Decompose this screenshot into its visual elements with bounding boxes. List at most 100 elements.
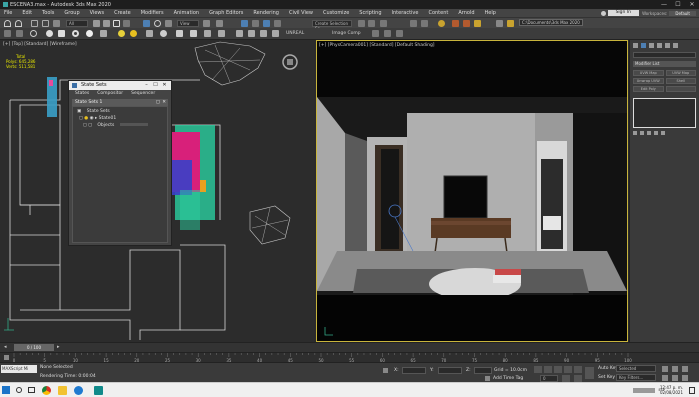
objects-lock-icon[interactable]: ◻ — [88, 123, 92, 128]
state-sets-maximize-button[interactable]: ☐ — [151, 81, 160, 90]
camera-viewport[interactable]: [+] [PhysCamera001] [Standard] [Default … — [316, 40, 628, 342]
key-filters-button[interactable]: Key Filters... — [616, 374, 656, 381]
3dsmax-icon[interactable] — [94, 386, 103, 395]
previous-frame-button[interactable] — [544, 366, 552, 373]
polygon-icon[interactable] — [260, 30, 267, 37]
notifications-icon[interactable] — [689, 387, 695, 394]
zoom-extents-icon[interactable] — [682, 375, 688, 381]
menu-animation[interactable]: Animation — [174, 10, 200, 16]
rect-icon[interactable] — [16, 30, 23, 37]
z-coordinate-field[interactable] — [474, 367, 492, 374]
render-setup-icon[interactable] — [452, 20, 459, 27]
vertex-icon[interactable] — [236, 30, 243, 37]
maximize-button[interactable]: ☐ — [671, 0, 685, 9]
file-explorer-icon[interactable] — [58, 386, 67, 395]
create-tab-icon[interactable] — [633, 42, 638, 48]
display-tab-icon[interactable] — [665, 42, 670, 48]
motion-tab-icon[interactable] — [657, 42, 662, 48]
state-sets-titlebar[interactable]: State Sets – ☐ ✕ — [69, 81, 171, 90]
menu-scripting[interactable]: Scripting — [359, 10, 381, 16]
project-folder-icon[interactable] — [507, 20, 514, 27]
zoom-icon[interactable] — [682, 366, 688, 372]
chrome-icon[interactable] — [42, 386, 51, 395]
pivot-icon[interactable] — [203, 20, 210, 27]
cloud-icon[interactable] — [86, 30, 93, 37]
minimize-button[interactable]: — — [657, 0, 671, 9]
edge-icon[interactable] — [74, 386, 83, 395]
current-frame-field[interactable]: 0 — [540, 375, 558, 382]
select-manipulate-icon[interactable] — [216, 20, 223, 27]
align-icon[interactable] — [368, 20, 375, 27]
camera-icon[interactable] — [146, 30, 153, 37]
next-frame-button[interactable] — [564, 366, 572, 373]
tray-icons[interactable] — [633, 388, 655, 393]
lock-selection-icon[interactable] — [383, 368, 388, 373]
menu-tools[interactable]: Tools — [42, 10, 54, 16]
cylinder-icon[interactable] — [58, 30, 65, 37]
windows-start-icon[interactable] — [2, 386, 10, 394]
state-sets-menu-compositor[interactable]: Compositor — [97, 91, 123, 96]
maxscript-listener[interactable]: MAXScript Mi — [1, 365, 37, 373]
modifier-button[interactable]: UVW Map — [633, 70, 664, 76]
state-sets-window[interactable]: State Sets – ☐ ✕ States Compositor Seque… — [68, 80, 172, 246]
object-name-field[interactable] — [633, 52, 696, 58]
show-end-result-icon[interactable] — [640, 131, 644, 135]
state-sets-minimize-button[interactable]: – — [142, 81, 151, 90]
modifier-stack[interactable] — [633, 98, 696, 128]
modifier-button[interactable]: Shell — [665, 78, 696, 84]
modifier-button[interactable]: UVW Map — [665, 70, 696, 76]
circle-icon[interactable] — [30, 30, 37, 37]
mirror-icon[interactable] — [358, 20, 365, 27]
modifier-button[interactable]: Unwrap UVW — [633, 78, 664, 84]
move-icon[interactable] — [143, 20, 150, 27]
state-sets-close-button[interactable]: ✕ — [160, 81, 169, 90]
render-in-cloud-icon[interactable] — [496, 20, 503, 27]
rect-selection-icon[interactable] — [113, 20, 120, 27]
curve-editor-icon[interactable] — [410, 20, 417, 27]
compositor-icon[interactable] — [372, 30, 379, 37]
time-tag-icon[interactable] — [485, 376, 490, 381]
link-icon[interactable] — [31, 20, 38, 27]
x-coordinate-field[interactable] — [402, 367, 426, 374]
reference-coordinate-dropdown[interactable]: View — [177, 20, 199, 27]
rotate-icon[interactable] — [154, 20, 161, 27]
add-time-tag-button[interactable]: Add Time Tag — [493, 376, 523, 381]
menu-interactive[interactable]: Interactive — [392, 10, 419, 16]
spacewarp-icon[interactable] — [176, 30, 183, 37]
pan-icon[interactable] — [672, 366, 678, 372]
menu-rendering[interactable]: Rendering — [253, 10, 279, 16]
project-path-field[interactable]: C:\Documents\3ds Max 2020 — [519, 19, 583, 26]
tree-row-state01[interactable]: ◻ ● ◉ ▸ State01 — [79, 116, 116, 121]
bind-space-warp-icon[interactable] — [53, 20, 60, 27]
state-sets-menu-states[interactable]: States — [75, 91, 89, 96]
menu-help[interactable]: Help — [485, 10, 496, 16]
play-button[interactable] — [554, 366, 562, 373]
modifier-button[interactable]: Edit Poly — [633, 86, 664, 92]
selected-dropdown[interactable]: Selected — [616, 365, 656, 372]
redo-icon[interactable] — [15, 20, 22, 27]
torus-icon[interactable] — [72, 30, 79, 37]
select-by-name-icon[interactable] — [103, 20, 110, 27]
menu-edit[interactable]: Edit — [22, 10, 32, 16]
active-state-icon[interactable]: ◉ — [90, 116, 94, 121]
sign-in[interactable]: Sign In — [600, 9, 639, 17]
pin-stack-icon[interactable] — [633, 131, 637, 135]
utilities-tab-icon[interactable] — [673, 42, 678, 48]
helper-icon[interactable] — [160, 30, 167, 37]
menu-customize[interactable]: Customize — [323, 10, 349, 16]
expand-icon[interactable]: ▣ — [77, 109, 81, 114]
state-sets-menu-sequencer[interactable]: Sequencer — [131, 91, 155, 96]
modify-tab-icon[interactable] — [641, 42, 646, 48]
sign-in-button[interactable]: Sign In — [607, 10, 639, 16]
clock[interactable]: 12:47 p. m. 02/08/2021 — [660, 385, 683, 395]
rs-icon[interactable] — [396, 30, 403, 37]
light-icon[interactable] — [118, 30, 125, 37]
snap-toggle-icon[interactable] — [241, 20, 248, 27]
percent-snap-icon[interactable] — [263, 20, 270, 27]
sphere-icon[interactable] — [46, 30, 53, 37]
key-mode-button[interactable] — [562, 375, 570, 382]
task-view-icon[interactable] — [28, 387, 35, 393]
y-coordinate-field[interactable] — [438, 367, 462, 374]
menu-views[interactable]: Views — [90, 10, 104, 16]
search-icon[interactable] — [16, 387, 22, 393]
